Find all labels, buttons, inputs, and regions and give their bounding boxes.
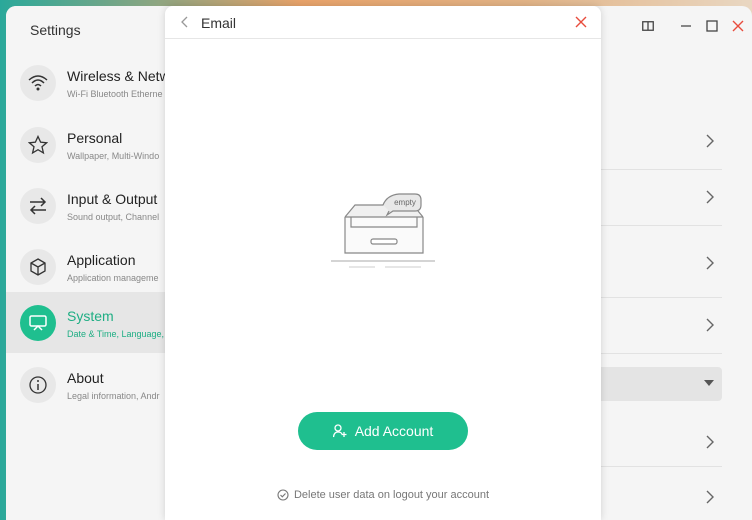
sidebar-item-subtitle: Wi-Fi Bluetooth Etherne	[67, 89, 163, 99]
app-title: Settings	[30, 22, 81, 38]
dropdown-arrow-icon	[704, 380, 714, 386]
window-close-icon[interactable]	[730, 18, 746, 34]
sidebar-item-personal[interactable]: Personal Wallpaper, Multi-Windo	[6, 114, 186, 175]
dialog-title: Email	[201, 15, 237, 31]
settings-row[interactable]	[596, 114, 722, 170]
settings-row[interactable]	[596, 468, 722, 520]
settings-dropdown[interactable]	[596, 367, 722, 401]
add-user-icon	[332, 424, 347, 438]
minimize-icon[interactable]	[678, 18, 694, 34]
sidebar-item-title: About	[67, 370, 104, 386]
star-icon	[20, 127, 56, 163]
sidebar-item-about[interactable]: About Legal information, Andr	[6, 354, 186, 415]
sidebar-item-subtitle: Wallpaper, Multi-Windo	[67, 151, 160, 161]
dialog-header: Email	[165, 6, 601, 39]
swap-arrows-icon	[20, 188, 56, 224]
settings-row[interactable]	[596, 298, 722, 354]
settings-row[interactable]	[596, 228, 722, 298]
back-icon[interactable]	[181, 16, 189, 28]
split-view-icon[interactable]	[640, 18, 656, 34]
info-icon	[20, 367, 56, 403]
email-dialog: Email empty Add Account Delete user data…	[165, 6, 601, 520]
sidebar-item-subtitle: Application manageme	[67, 273, 159, 283]
sidebar-item-system[interactable]: System Date & Time, Language,	[6, 292, 186, 353]
sidebar-item-subtitle: Legal information, Andr	[67, 391, 160, 401]
chevron-right-icon	[706, 134, 714, 148]
sidebar-item-application[interactable]: Application Application manageme	[6, 236, 186, 297]
add-account-label: Add Account	[354, 423, 434, 439]
wifi-icon	[20, 65, 56, 101]
monitor-icon	[20, 305, 56, 341]
checkbox-circle-icon[interactable]	[277, 489, 289, 501]
sidebar: Settings Wireless & Netw Wi-Fi Bluetooth…	[6, 6, 186, 520]
chevron-right-icon	[706, 190, 714, 204]
add-account-button[interactable]: Add Account	[298, 412, 468, 450]
sidebar-item-title: Wireless & Netw	[67, 68, 170, 84]
logout-delete-option: Delete user data on logout your account	[165, 489, 601, 501]
chevron-right-icon	[706, 490, 714, 504]
sidebar-item-title: System	[67, 308, 114, 324]
sidebar-item-subtitle: Sound output, Channel	[67, 212, 160, 222]
settings-row[interactable]	[596, 170, 722, 226]
settings-row[interactable]	[596, 411, 722, 467]
empty-inbox-illustration: empty	[331, 191, 435, 271]
sidebar-item-title: Personal	[67, 130, 123, 146]
chevron-right-icon	[706, 435, 714, 449]
sidebar-item-input-output[interactable]: Input & Output Sound output, Channel	[6, 175, 186, 236]
sidebar-item-subtitle: Date & Time, Language,	[67, 329, 165, 339]
sidebar-item-title: Application	[67, 252, 136, 268]
empty-label: empty	[394, 198, 416, 207]
chevron-right-icon	[706, 256, 714, 270]
footnote-text: Delete user data on logout your account	[293, 489, 490, 501]
maximize-icon[interactable]	[704, 18, 720, 34]
cube-icon	[20, 249, 56, 285]
settings-content	[596, 106, 722, 520]
sidebar-item-wireless[interactable]: Wireless & Netw Wi-Fi Bluetooth Etherne	[6, 52, 186, 113]
close-icon[interactable]	[575, 16, 587, 28]
chevron-right-icon	[706, 318, 714, 332]
sidebar-item-title: Input & Output	[67, 191, 158, 207]
